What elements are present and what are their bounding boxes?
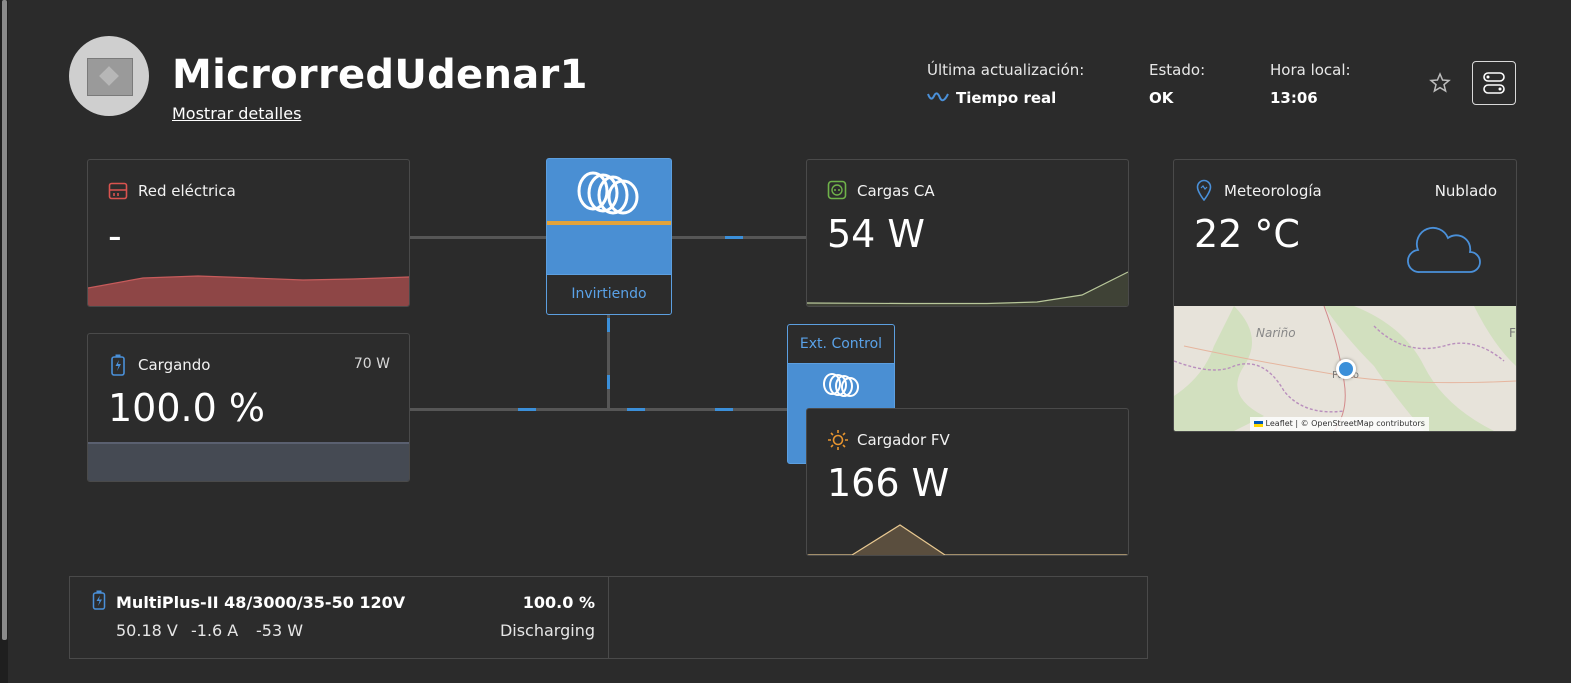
victron-logo-small-icon — [823, 373, 859, 397]
last-update-label: Última actualización: — [927, 61, 1085, 79]
map-location-marker[interactable] — [1336, 359, 1356, 379]
star-icon[interactable] — [1428, 71, 1452, 95]
weather-card[interactable]: Meteorología Nublado 22 °C Nariño Pasto … — [1173, 159, 1517, 432]
device-current: -1.6 A — [191, 621, 239, 640]
dc-bus-flow-dot-1 — [518, 408, 536, 411]
weather-map[interactable]: Nariño Pasto F Leaflet | © OpenStreetMap… — [1174, 306, 1516, 431]
show-details-link[interactable]: Mostrar detalles — [172, 104, 301, 123]
wave-icon — [927, 92, 949, 102]
map-attribution[interactable]: Leaflet | © OpenStreetMap contributors — [1250, 417, 1429, 431]
battery-power: 70 W — [353, 356, 390, 372]
dc-bus-flow-dot-3 — [715, 408, 733, 411]
dc-flow-dot-1 — [607, 318, 610, 332]
ext-control-label: Ext. Control — [799, 336, 883, 352]
scrollbar-thumb[interactable] — [2, 0, 7, 640]
pv-charger-card[interactable]: Cargador FV 166 W — [806, 408, 1129, 556]
cloud-icon — [1407, 226, 1481, 273]
grid-connector — [408, 236, 547, 239]
grid-icon — [108, 182, 128, 200]
last-update-value: Tiempo real — [956, 89, 1057, 107]
battery-level-bar — [88, 442, 409, 481]
device-name: MultiPlus-II 48/3000/35-50 120V — [116, 593, 406, 612]
device-soc: 100.0 % — [522, 593, 595, 612]
state-label: Estado: — [1149, 61, 1206, 79]
site-avatar — [69, 36, 149, 116]
grid-title: Red eléctrica — [138, 182, 236, 200]
device-list-icon — [1483, 72, 1505, 94]
inverter-block[interactable]: Invirtiendo — [546, 158, 672, 315]
outlet-icon — [827, 180, 847, 200]
device-state: Discharging — [499, 621, 595, 640]
map-label-edge: F — [1509, 326, 1516, 340]
state-value: OK — [1149, 89, 1174, 107]
ac-loads-sparkline — [807, 271, 1128, 306]
ac-loads-value: 54 W — [827, 212, 926, 256]
battery-card[interactable]: Cargando 70 W 100.0 % — [87, 333, 410, 482]
weather-title: Meteorología — [1224, 182, 1322, 200]
battery-icon — [111, 354, 125, 376]
battery-title: Cargando — [138, 356, 211, 374]
inverter-state: Invirtiendo — [571, 286, 647, 302]
local-time-label: Hora local: — [1270, 61, 1351, 79]
site-title: MicrorredUdenar1 — [172, 52, 588, 98]
victron-logo-icon — [577, 171, 639, 215]
dc-flow-dot-2 — [607, 375, 610, 389]
device-panel-divider — [608, 577, 609, 658]
battery-soc: 100.0 % — [108, 386, 265, 430]
weather-temperature: 22 °C — [1194, 212, 1300, 256]
loads-flow-dot — [725, 236, 743, 239]
map-label-region: Nariño — [1256, 326, 1296, 340]
device-panel[interactable]: MultiPlus-II 48/3000/35-50 120V 100.0 % … — [69, 576, 1148, 659]
grid-card[interactable]: Red eléctrica - — [87, 159, 410, 307]
map-attribution-text: Leaflet | © OpenStreetMap contributors — [1265, 419, 1425, 428]
device-power: -53 W — [256, 621, 304, 640]
local-time-value: 13:06 — [1270, 89, 1318, 107]
pv-sparkline — [807, 524, 1128, 555]
pv-charger-title: Cargador FV — [857, 431, 950, 449]
grid-value: - — [108, 214, 122, 258]
sun-icon — [828, 430, 848, 450]
ac-loads-card[interactable]: Cargas CA 54 W — [806, 159, 1129, 307]
device-battery-icon — [92, 590, 106, 610]
location-pin-icon — [1196, 179, 1212, 201]
pv-charger-value: 166 W — [827, 461, 950, 505]
weather-condition: Nublado — [1434, 182, 1497, 200]
dc-bus-flow-dot-2 — [627, 408, 645, 411]
ac-loads-title: Cargas CA — [857, 182, 935, 200]
ukraine-flag-icon — [1254, 420, 1263, 427]
grid-sparkline — [88, 275, 409, 306]
device-list-button[interactable] — [1472, 61, 1516, 105]
device-voltage: 50.18 V — [116, 621, 178, 640]
